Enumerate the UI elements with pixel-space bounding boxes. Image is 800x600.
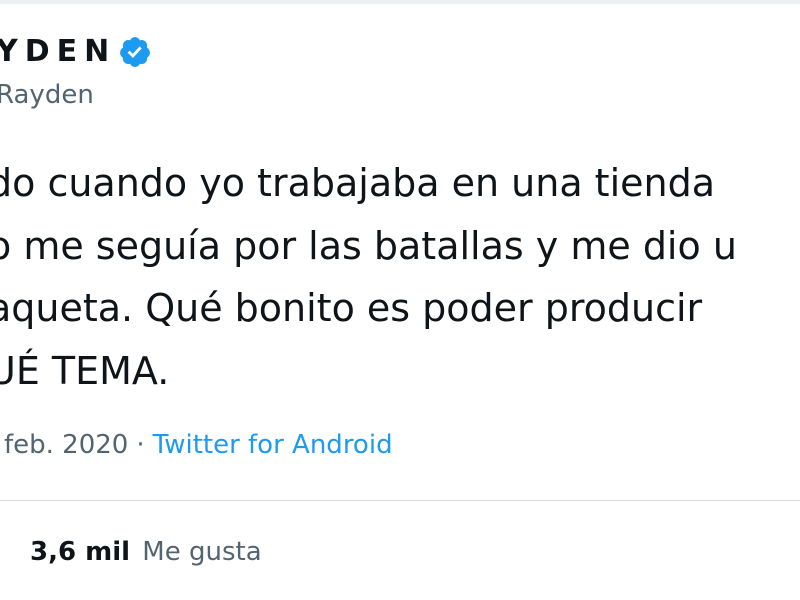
tweet-text-line-1: do cuando yo trabajaba en una tienda bbox=[0, 161, 716, 205]
tweet-text-line-2: o me seguía por las batallas y me dio u bbox=[0, 223, 737, 268]
author-handle[interactable]: Rayden bbox=[0, 80, 94, 110]
likes-stat[interactable]: 3,6 mil Me gusta bbox=[30, 537, 262, 567]
author-display-name[interactable]: YDEN bbox=[0, 34, 152, 69]
divider bbox=[0, 500, 800, 501]
author-handle-text[interactable]: Rayden bbox=[0, 80, 94, 110]
tweet-text-line-3: aqueta. Qué bonito es poder producir bbox=[0, 286, 703, 330]
meta-separator: · bbox=[136, 430, 145, 460]
verified-badge-icon bbox=[120, 36, 151, 67]
tweet-text: do cuando yo trabajaba en una tienda o m… bbox=[0, 152, 800, 402]
tweet-source-link[interactable]: Twitter for Android bbox=[153, 430, 393, 460]
author-display-name-text[interactable]: YDEN bbox=[0, 34, 116, 69]
likes-label[interactable]: Me gusta bbox=[142, 537, 261, 567]
tweet-meta: feb. 2020 · Twitter for Android bbox=[4, 430, 393, 460]
tweet-date[interactable]: feb. 2020 bbox=[4, 430, 128, 460]
tweet-text-line-4: UÉ TEMA. bbox=[0, 348, 170, 393]
tweet-card: YDEN Rayden do cuando yo trabajaba en un… bbox=[0, 0, 800, 600]
likes-count[interactable]: 3,6 mil bbox=[30, 537, 130, 567]
